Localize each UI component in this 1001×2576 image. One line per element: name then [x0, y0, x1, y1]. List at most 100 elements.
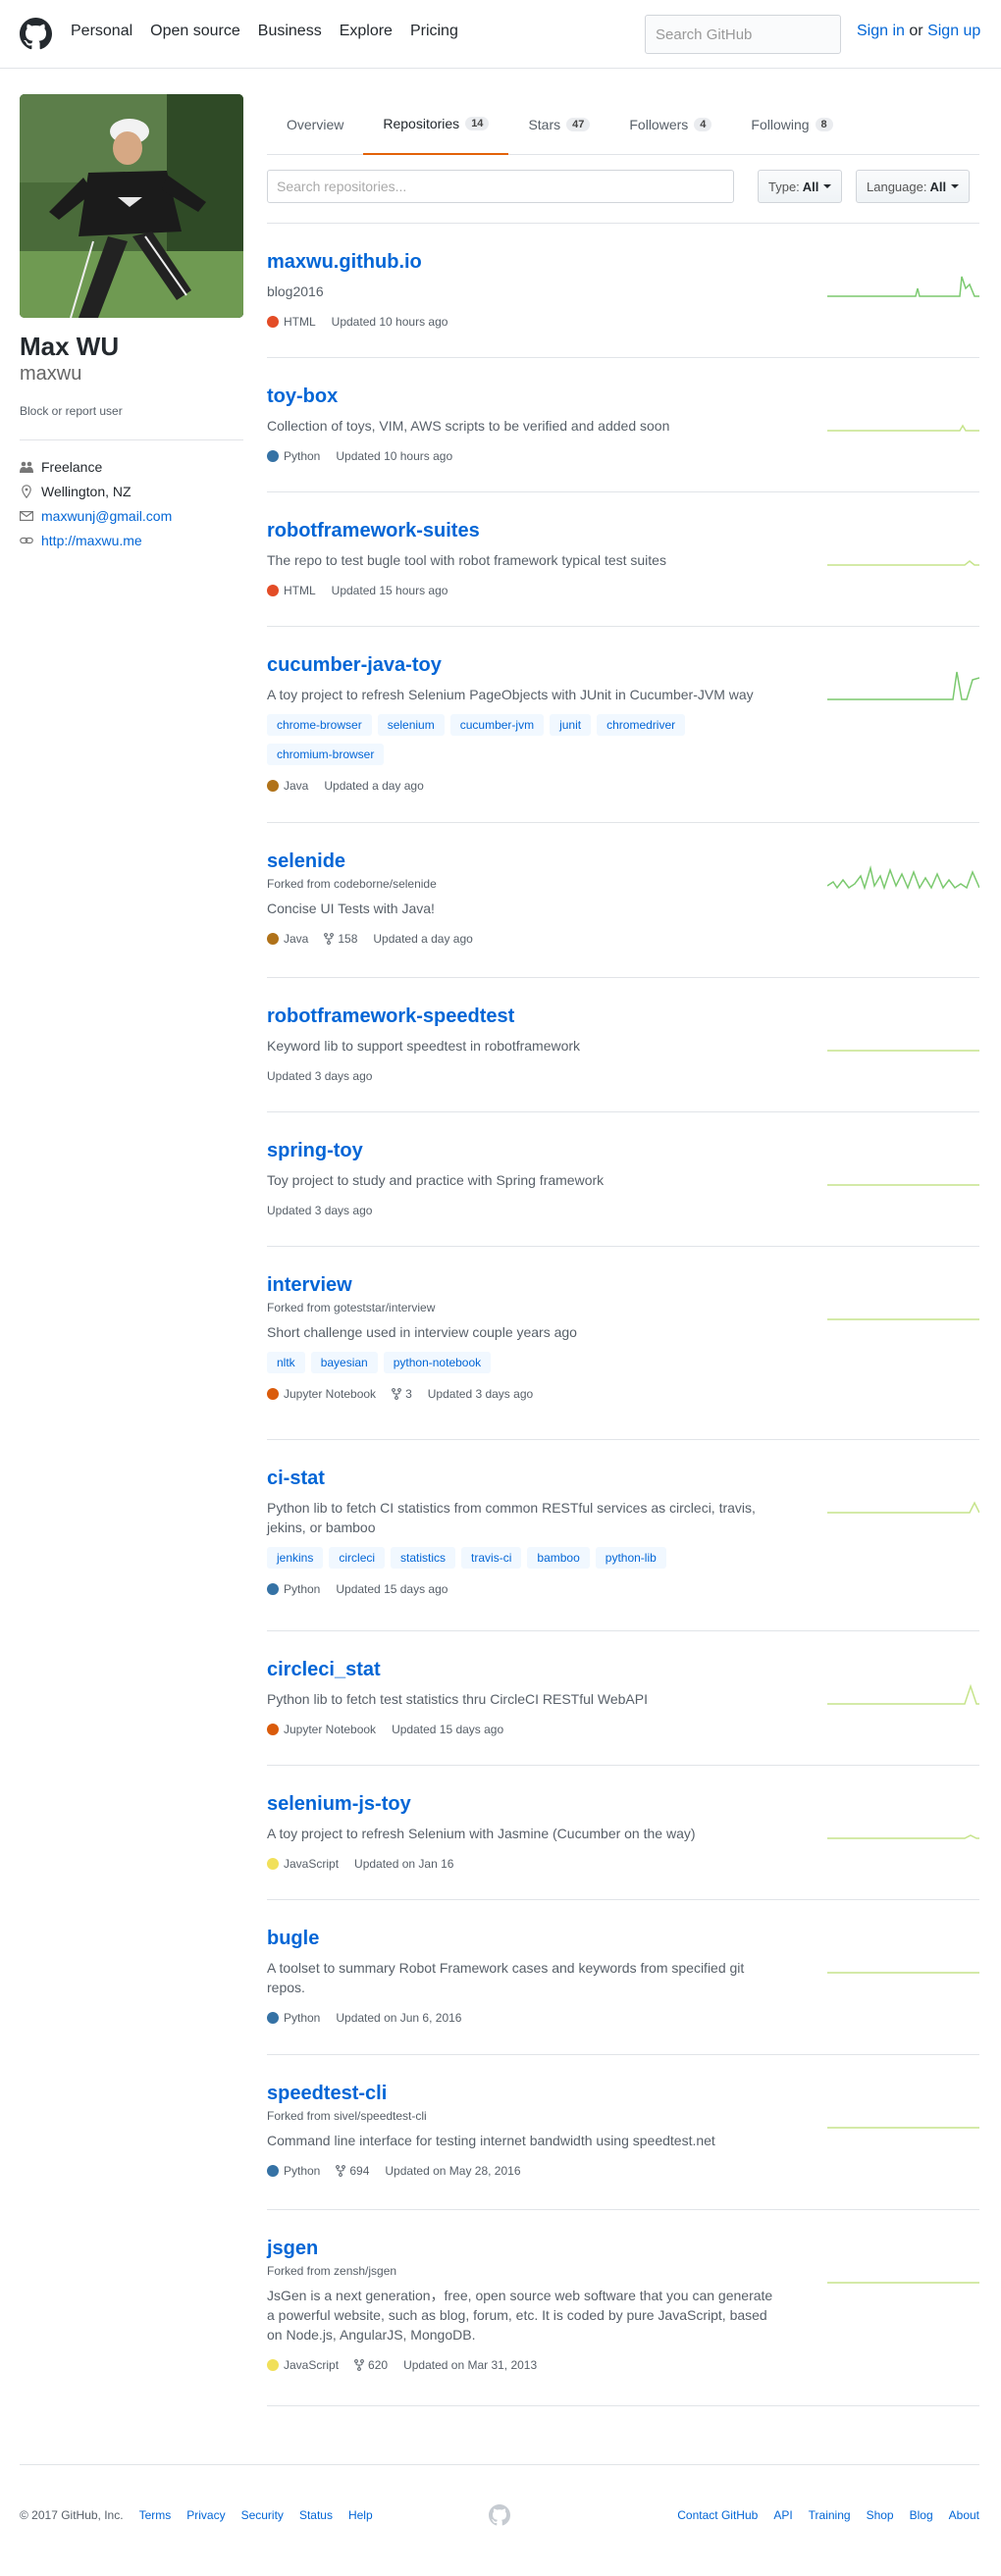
language-text: HTML	[284, 584, 316, 597]
repo-name-link[interactable]: ci-stat	[267, 1467, 325, 1490]
language-text: Python	[284, 2011, 321, 2025]
repo-updated: Updated 10 hours ago	[331, 315, 448, 329]
tab-repositories[interactable]: Repositories 14	[363, 94, 509, 155]
footer-link-training[interactable]: Training	[809, 2508, 851, 2522]
repo-name-link[interactable]: robotframework-speedtest	[267, 1005, 514, 1028]
topic-tag[interactable]: chromedriver	[597, 714, 686, 736]
activity-sparkline	[827, 560, 979, 566]
repo-name-link[interactable]: selenide	[267, 850, 345, 873]
github-mark-icon[interactable]	[489, 2504, 510, 2526]
repo-updated: Updated 15 hours ago	[331, 584, 448, 597]
footer-left: © 2017 GitHub, Inc. Terms Privacy Securi…	[20, 2508, 373, 2522]
profile-details: Freelance Wellington, NZ maxwunj@gmail.c…	[20, 454, 243, 552]
nav-open-source[interactable]: Open source	[150, 23, 240, 40]
sign-in-link[interactable]: Sign in	[857, 23, 905, 39]
repo-name-link[interactable]: circleci_stat	[267, 1658, 381, 1681]
language-filter-button[interactable]: Language: All	[856, 170, 971, 203]
topic-tag[interactable]: statistics	[391, 1547, 456, 1569]
topic-tag[interactable]: travis-ci	[461, 1547, 522, 1569]
topic-tag[interactable]: junit	[550, 714, 592, 736]
nav-pricing[interactable]: Pricing	[410, 23, 458, 40]
type-filter-button[interactable]: Type: All	[758, 170, 843, 203]
nav-explore[interactable]: Explore	[340, 23, 393, 40]
search-input[interactable]	[645, 15, 841, 54]
repo-name-link[interactable]: maxwu.github.io	[267, 250, 422, 274]
topic-tag[interactable]: bamboo	[527, 1547, 590, 1569]
tab-following[interactable]: Following 8	[731, 94, 852, 155]
repo-name-link[interactable]: speedtest-cli	[267, 2082, 387, 2105]
repo-forks[interactable]: 694	[336, 2164, 369, 2178]
activity-sparkline	[827, 1318, 979, 1320]
footer-link-help[interactable]: Help	[348, 2508, 373, 2522]
activity-sparkline	[827, 2282, 979, 2284]
tab-overview[interactable]: Overview	[267, 94, 363, 155]
repo-name-link[interactable]: jsgen	[267, 2237, 318, 2260]
repo-name-link[interactable]: selenium-js-toy	[267, 1792, 411, 1816]
topic-tag[interactable]: circleci	[329, 1547, 386, 1569]
website-link[interactable]: http://maxwu.me	[41, 533, 142, 548]
repo-name-link[interactable]: cucumber-java-toy	[267, 653, 442, 677]
repo-name-link[interactable]: spring-toy	[267, 1139, 363, 1162]
footer-link-contact[interactable]: Contact GitHub	[677, 2508, 758, 2522]
repo-name-link[interactable]: toy-box	[267, 385, 338, 408]
company-text: Freelance	[41, 458, 103, 475]
nav-personal[interactable]: Personal	[71, 23, 132, 40]
language-color-dot	[267, 1583, 279, 1595]
repo-meta: Jupyter Notebook 3 Updated 3 days ago	[267, 1387, 979, 1401]
profile-website: http://maxwu.me	[20, 528, 243, 552]
repo-updated: Updated 3 days ago	[267, 1069, 373, 1083]
location-icon	[20, 484, 33, 498]
github-logo-icon[interactable]	[20, 18, 52, 50]
repo-updated: Updated on Jan 16	[354, 1857, 454, 1871]
repo-item: selenium-js-toy A toy project to refresh …	[267, 1766, 979, 1900]
tab-stars[interactable]: Stars 47	[508, 94, 609, 155]
footer-link-security[interactable]: Security	[241, 2508, 284, 2522]
repo-name-link[interactable]: robotframework-suites	[267, 519, 480, 542]
topic-tag[interactable]: nltk	[267, 1352, 305, 1373]
footer-link-api[interactable]: API	[773, 2508, 792, 2522]
topic-tag[interactable]: python-lib	[595, 1547, 666, 1569]
repo-language: HTML	[267, 315, 316, 329]
email-link[interactable]: maxwunj@gmail.com	[41, 508, 172, 524]
site-header: Personal Open source Business Explore Pr…	[0, 0, 1001, 69]
topic-tag[interactable]: chromium-browser	[267, 744, 385, 765]
repo-updated: Updated a day ago	[373, 932, 473, 946]
repo-meta: Python Updated on Jun 6, 2016	[267, 2011, 979, 2025]
topic-tag[interactable]: chrome-browser	[267, 714, 372, 736]
repo-forks[interactable]: 158	[324, 932, 357, 946]
link-icon	[20, 534, 33, 547]
footer-link-terms[interactable]: Terms	[139, 2508, 172, 2522]
sign-up-link[interactable]: Sign up	[927, 23, 980, 39]
language-text: Java	[284, 932, 309, 946]
repo-topics: chrome-browser selenium cucumber-jvm junit c…	[267, 714, 777, 765]
repo-name-link[interactable]: bugle	[267, 1927, 319, 1950]
footer-link-blog[interactable]: Blog	[910, 2508, 933, 2522]
repo-item: speedtest-cli Forked from sivel/speedtest…	[267, 2055, 979, 2210]
repo-forks[interactable]: 620	[354, 2358, 388, 2372]
repo-description: Toy project to study and practice with S…	[267, 1172, 605, 1188]
mail-icon	[20, 509, 33, 523]
footer-copyright: © 2017 GitHub, Inc.	[20, 2508, 124, 2522]
repo-name-link[interactable]: interview	[267, 1273, 352, 1297]
repo-item: bugle A toolset to summary Robot Framewor…	[267, 1900, 979, 2055]
footer-link-shop[interactable]: Shop	[867, 2508, 894, 2522]
repo-updated: Updated on Mar 31, 2013	[403, 2358, 538, 2372]
footer-link-about[interactable]: About	[949, 2508, 979, 2522]
activity-sparkline	[827, 276, 979, 297]
block-report-link[interactable]: Block or report user	[20, 404, 243, 418]
footer-link-privacy[interactable]: Privacy	[186, 2508, 225, 2522]
tab-followers[interactable]: Followers 4	[609, 94, 731, 155]
topic-tag[interactable]: selenium	[377, 714, 445, 736]
topic-tag[interactable]: bayesian	[310, 1352, 378, 1373]
language-filter-label: Language:	[867, 179, 927, 194]
topic-tag[interactable]: jenkins	[267, 1547, 324, 1569]
nav-business[interactable]: Business	[258, 23, 322, 40]
repo-language: Python	[267, 449, 320, 463]
repo-forks[interactable]: 3	[392, 1387, 412, 1401]
topic-tag[interactable]: python-notebook	[383, 1352, 492, 1373]
repo-search-input[interactable]	[267, 170, 734, 203]
footer-link-status[interactable]: Status	[299, 2508, 333, 2522]
topic-tag[interactable]: cucumber-jvm	[449, 714, 545, 736]
repo-description: The repo to test bugle tool with robot f…	[267, 552, 666, 568]
forks-count: 158	[338, 932, 358, 946]
